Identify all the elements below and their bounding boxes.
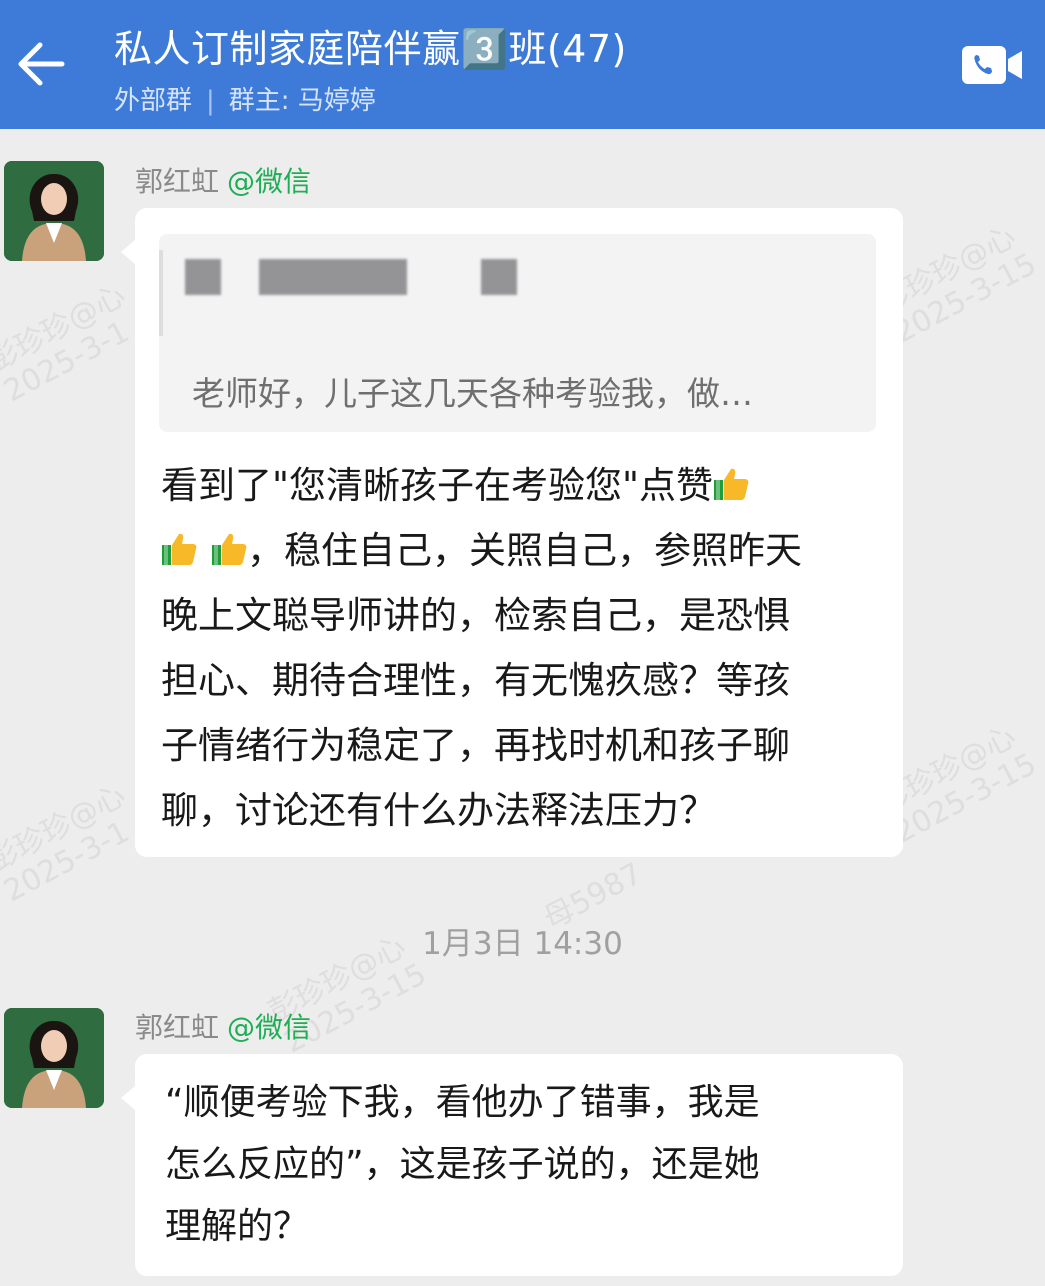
sender-label: 郭红虹 bbox=[135, 165, 220, 198]
thumbs-up-emoji-icon bbox=[212, 533, 247, 565]
back-button[interactable] bbox=[10, 32, 74, 96]
message-bubble[interactable]: 老师好，儿子这几天各种考验我，做… 看到了"您清晰孩子在考验您"点赞 ，稳住自己… bbox=[121, 208, 903, 857]
message-line: 看到了"您清晰孩子在考验您"点赞 bbox=[161, 464, 714, 507]
message-line: 子情绪行为稳定了，再找时机和孩子聊 bbox=[161, 724, 790, 767]
message-line: ，稳住自己，关照自己，参照昨天 bbox=[247, 529, 802, 572]
message-text: “顺便考验下我，看他办了错事，我是 怎么反应的”，这是孩子说的，还是她 理解的？ bbox=[165, 1072, 885, 1258]
sender-name: 郭红虹 @微信 bbox=[135, 1006, 311, 1046]
group-owner-label: 群主: 马婷婷 bbox=[228, 86, 376, 116]
chat-subtitle: 外部群 | 群主: 马婷婷 bbox=[114, 80, 376, 117]
quote-text: 老师好，儿子这几天各种考验我，做… bbox=[192, 374, 753, 413]
blurred-name bbox=[259, 259, 407, 295]
blurred-name bbox=[481, 259, 517, 295]
divider: | bbox=[206, 86, 215, 116]
video-call-button[interactable] bbox=[962, 46, 1024, 84]
video-camera-icon bbox=[962, 46, 1022, 84]
sender-source: @微信 bbox=[227, 1011, 312, 1044]
arrow-left-icon bbox=[18, 42, 65, 86]
chat-header: 私人订制家庭陪伴赢3️⃣班(47) 外部群 | 群主: 马婷婷 bbox=[0, 0, 1045, 129]
watermark: 彭珍珍@心 2025-3-1 bbox=[0, 277, 135, 410]
message-bubble[interactable]: “顺便考验下我，看他办了错事，我是 怎么反应的”，这是孩子说的，还是她 理解的？ bbox=[121, 1054, 903, 1276]
quoted-message[interactable]: 老师好，儿子这几天各种考验我，做… bbox=[159, 234, 876, 432]
thumbs-up-emoji-icon bbox=[714, 468, 749, 500]
group-type-label: 外部群 bbox=[114, 86, 193, 116]
blurred-name bbox=[185, 259, 221, 295]
message-line: 怎么反应的”，这是孩子说的，还是她 bbox=[165, 1144, 760, 1185]
avatar[interactable] bbox=[4, 161, 104, 261]
bubble-tail bbox=[121, 1086, 135, 1110]
watermark: 彭珍珍@心 2025-3-1 bbox=[0, 777, 135, 910]
avatar[interactable] bbox=[4, 1008, 104, 1108]
message-text: 看到了"您清晰孩子在考验您"点赞 ，稳住自己，关照自己，参照昨天 晚上文聪导师讲… bbox=[161, 453, 891, 843]
quote-bar bbox=[159, 250, 163, 336]
sender-name: 郭红虹 @微信 bbox=[135, 160, 311, 200]
chat-title[interactable]: 私人订制家庭陪伴赢3️⃣班(47) bbox=[114, 18, 627, 73]
thumbs-up-emoji-icon bbox=[162, 533, 197, 565]
message-line: “顺便考验下我，看他办了错事，我是 bbox=[165, 1082, 760, 1123]
message-timestamp: 1月3日 14:30 bbox=[422, 926, 623, 962]
message-line: 聊，讨论还有什么办法释法压力？ bbox=[161, 789, 716, 832]
message-line: 担心、期待合理性，有无愧疚感？等孩 bbox=[161, 659, 790, 702]
bubble-tail bbox=[121, 240, 135, 264]
sender-label: 郭红虹 bbox=[135, 1011, 220, 1044]
message-line: 晚上文聪导师讲的，检索自己，是恐惧 bbox=[161, 594, 790, 637]
sender-source: @微信 bbox=[227, 165, 312, 198]
message-line: 理解的？ bbox=[165, 1206, 310, 1247]
